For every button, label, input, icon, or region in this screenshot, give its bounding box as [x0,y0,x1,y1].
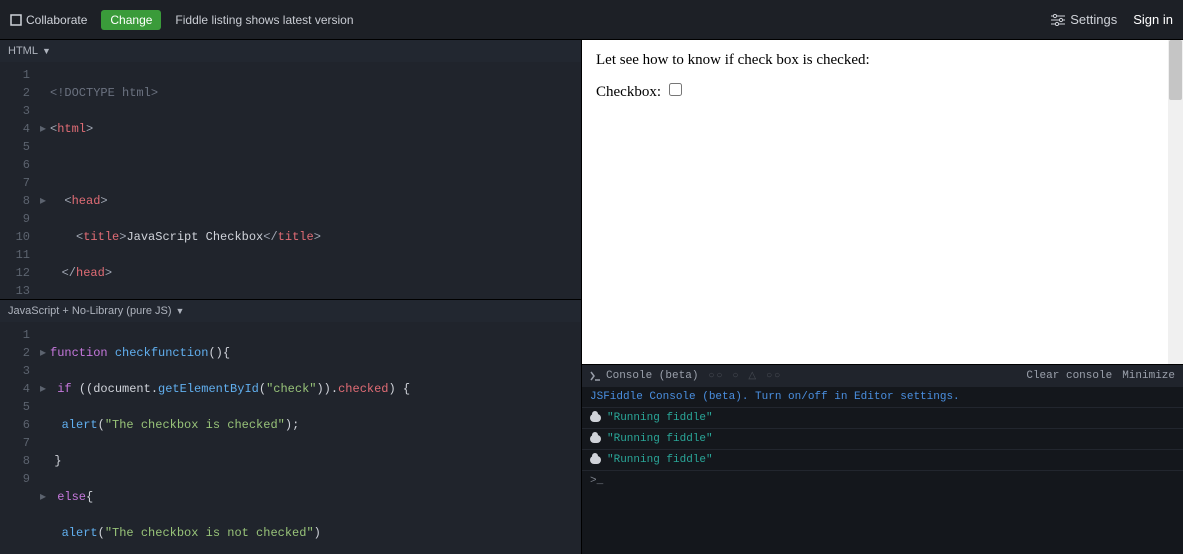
collaborate-icon [10,14,22,26]
change-button[interactable]: Change [101,10,161,30]
console-info: JSFiddle Console (beta). Turn on/off in … [582,387,1183,408]
html-editor[interactable]: 12345678910111213141516 <!DOCTYPE html> … [0,62,581,299]
signin-link[interactable]: Sign in [1133,12,1173,27]
checkbox-label: Checkbox: [596,84,661,100]
console-header: Console (beta) ○○ ○ △ ○○ Clear console M… [582,365,1183,387]
result-scrollbar[interactable] [1168,40,1183,364]
terminal-icon [590,371,601,381]
code-text: JavaScript Checkbox [126,230,263,244]
cloud-icon [590,456,601,464]
cloud-icon [590,414,601,422]
checkbox-row: Checkbox: [596,83,1169,101]
js-pane-header[interactable]: JavaScript + No-Library (pure JS) ▼ [0,300,581,322]
settings-button[interactable]: Settings [1051,12,1117,27]
console-dots-icon: ○○ ○ △ ○○ [708,370,782,382]
console-body[interactable]: JSFiddle Console (beta). Turn on/off in … [582,387,1183,554]
html-pane: HTML ▼ 12345678910111213141516 <!DOCTYPE… [0,40,581,300]
code-text: The checkbox is checked [112,418,278,432]
cloud-icon [590,435,601,443]
console-pane: Console (beta) ○○ ○ △ ○○ Clear console M… [582,364,1183,554]
code-text: check [273,382,309,396]
js-code: ▸function checkfunction(){ ▸ if ((docume… [36,322,410,554]
collaborate-button[interactable]: Collaborate [10,13,87,27]
js-editor[interactable]: 123456789 ▸function checkfunction(){ ▸ i… [0,322,581,554]
settings-label: Settings [1070,12,1117,27]
html-pane-header[interactable]: HTML ▼ [0,40,581,62]
editors-column: HTML ▼ 12345678910111213141516 <!DOCTYPE… [0,40,582,554]
console-msg: "Running fiddle" [607,412,713,424]
code-text: The checkbox is not checked [112,526,306,540]
console-line: "Running fiddle" [582,429,1183,450]
console-prompt[interactable]: >_ [582,471,1183,491]
console-line: "Running fiddle" [582,450,1183,471]
result-pane: Let see how to know if check box is chec… [582,40,1183,364]
console-title: Console (beta) [590,370,698,382]
html-code: <!DOCTYPE html> ▸<html> ▸ <head> <title>… [36,62,537,299]
main: HTML ▼ 12345678910111213141516 <!DOCTYPE… [0,40,1183,554]
right-column: Let see how to know if check box is chec… [582,40,1183,554]
sliders-icon [1051,14,1065,26]
js-pane: JavaScript + No-Library (pure JS) ▼ 1234… [0,300,581,554]
html-pane-label: HTML [8,40,38,62]
collaborate-label: Collaborate [26,13,87,27]
html-gutter: 12345678910111213141516 [0,62,36,299]
minimize-console-link[interactable]: Minimize [1122,370,1175,382]
console-msg: "Running fiddle" [607,454,713,466]
clear-console-link[interactable]: Clear console [1026,370,1112,382]
js-gutter: 123456789 [0,322,36,554]
topbar-left: Collaborate Change Fiddle listing shows … [10,10,354,30]
checkbox-input[interactable] [669,83,682,96]
code-text: <!DOCTYPE html> [50,86,158,100]
console-title-label: Console (beta) [606,370,698,382]
code-text: checkfunction [115,346,209,360]
topbar-right: Settings Sign in [1051,12,1173,27]
fiddle-listing-message: Fiddle listing shows latest version [175,13,353,27]
console-line: "Running fiddle" [582,408,1183,429]
result-paragraph: Let see how to know if check box is chec… [596,52,1169,69]
console-msg: "Running fiddle" [607,433,713,445]
caret-down-icon: ▼ [176,300,185,322]
caret-down-icon: ▼ [42,40,51,62]
topbar: Collaborate Change Fiddle listing shows … [0,0,1183,40]
js-pane-label: JavaScript + No-Library (pure JS) [8,300,172,322]
